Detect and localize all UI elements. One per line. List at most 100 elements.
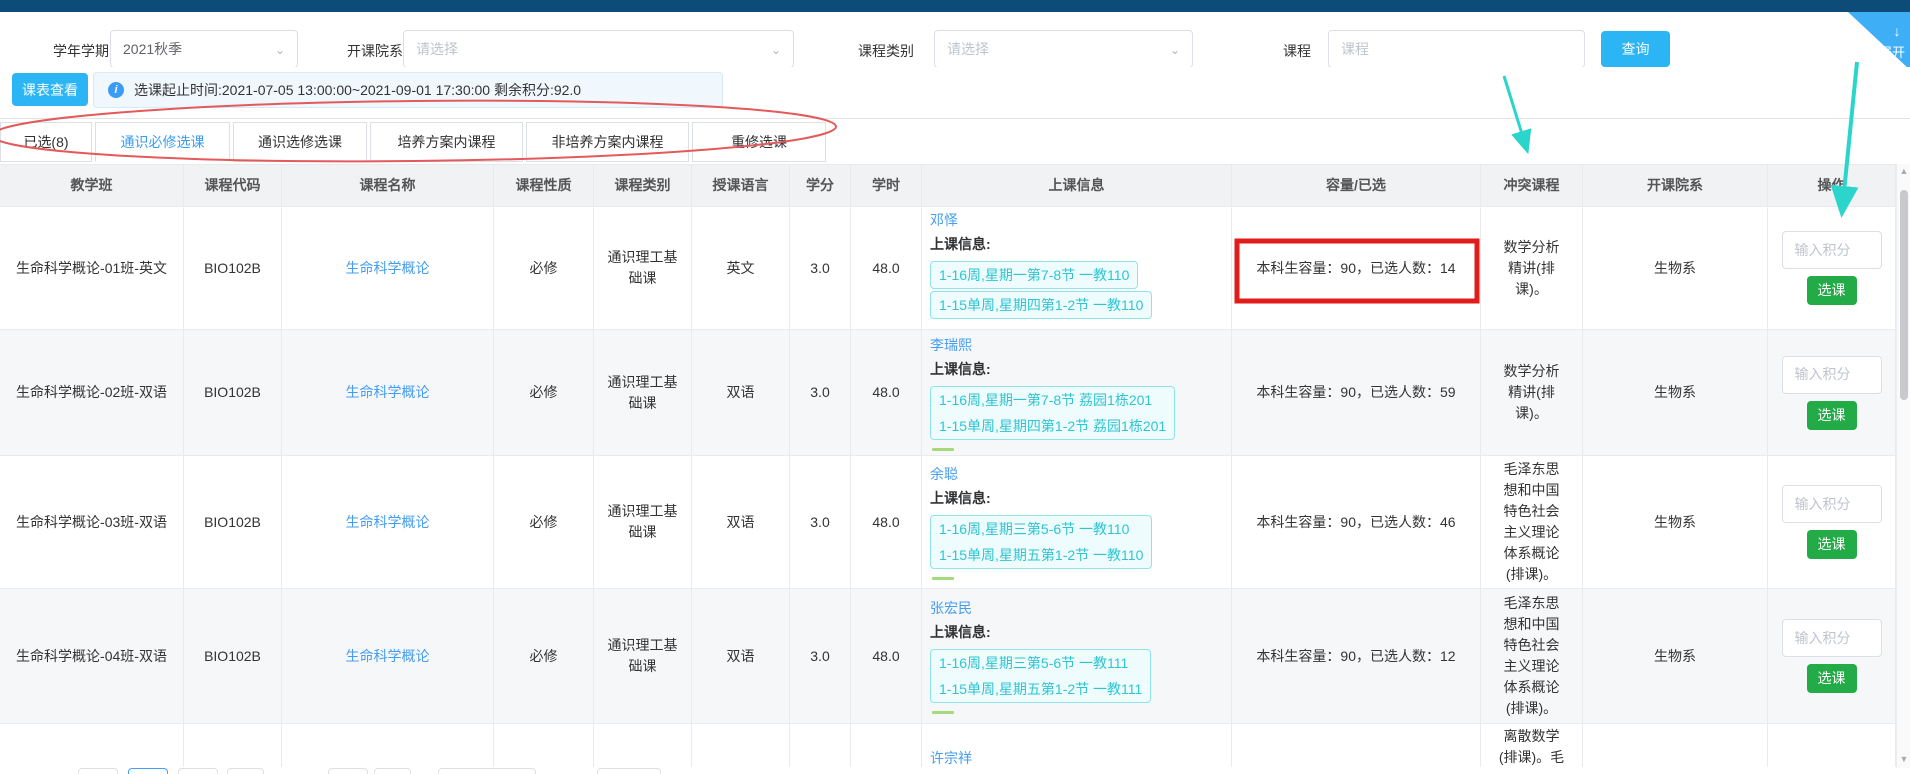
expand-ribbon-button[interactable]: ↓ 展开 [1848,12,1910,70]
schedule-box: 1-16周,星期一第7-8节 荔园1栋2011-15单周,星期四第1-2节 荔园… [930,386,1175,440]
scrollbar-thumb[interactable] [1900,190,1908,400]
schedule-cell: 许宗祥 [922,724,1232,767]
department-placeholder: 请选择 [416,39,458,59]
chevron-down-icon: ⌄ [771,43,781,57]
pagination-button[interactable] [227,768,264,774]
class-name-cell [0,724,184,767]
green-dash [932,448,954,451]
tab-4[interactable]: 培养方案内课程 [370,122,523,162]
schedule-box: 1-16周,星期三第5-6节 一教1111-15单周,星期五第1-2节 一教11… [930,649,1151,703]
language-cell [692,724,790,767]
tab-2[interactable]: 通识必修选课 [95,122,230,162]
conflict-cell: 离散数学(排课)。毛 [1481,724,1583,767]
score-input[interactable]: 输入积分 [1782,619,1882,657]
pagination-button[interactable] [78,768,118,774]
tab-6[interactable]: 重修选课 [692,122,826,162]
teacher-link[interactable]: 李瑞熙 [930,335,972,356]
pagination-button[interactable] [438,768,536,774]
department-cell: 生物系 [1583,207,1768,330]
table-row: 生命科学概论-04班-双语BIO102B生命科学概论必修通识理工基础课双语3.0… [0,589,1896,724]
class-name-cell: 生命科学概论-04班-双语 [0,589,184,724]
course-name-cell: 生命科学概论 [282,207,494,330]
course-code-cell [184,724,282,767]
teacher-link[interactable]: 邓怿 [930,210,958,231]
course-code-cell: BIO102B [184,330,282,456]
timetable-view-button[interactable]: 课表查看 [12,73,88,106]
green-dash [932,711,954,714]
class-name-cell: 生命科学概论-01班-英文 [0,207,184,330]
course-nature-cell: 必修 [494,456,594,589]
course-label: 课程 [1283,41,1311,61]
pagination-button[interactable] [374,768,411,774]
course-name-link[interactable]: 生命科学概论 [346,382,430,403]
select-course-button[interactable]: 选课 [1807,401,1857,430]
conflict-cell: 数学分析精讲(排课)。 [1481,330,1583,456]
pagination-button[interactable] [128,768,168,774]
column-header-capacity: 容量/已选 [1232,165,1481,207]
search-button[interactable]: 查询 [1601,31,1670,67]
tab-5[interactable]: 非培养方案内课程 [526,122,689,162]
select-course-button[interactable]: 选课 [1807,276,1857,305]
column-header-schedule: 上课信息 [922,165,1232,207]
schedule-box: 1-15单周,星期四第1-2节 一教110 [930,291,1152,319]
pagination-button[interactable] [178,768,218,774]
table-row: 生命科学概论-02班-双语BIO102B生命科学概论必修通识理工基础课双语3.0… [0,330,1896,456]
table-row: 生命科学概论-03班-双语BIO102B生命科学概论必修通识理工基础课双语3.0… [0,456,1896,589]
hours-cell: 48.0 [851,207,922,330]
select-course-button[interactable]: 选课 [1807,530,1857,559]
course-category-cell: 通识理工基础课 [594,456,692,589]
course-name-link[interactable]: 生命科学概论 [346,258,430,279]
course-code-cell: BIO102B [184,207,282,330]
capacity-cell: 本科生容量：90，已选人数：46 [1232,456,1481,589]
schedule-cell: 李瑞熙上课信息:1-16周,星期一第7-8节 荔园1栋2011-15单周,星期四… [922,330,1232,456]
course-name-cell: 生命科学概论 [282,456,494,589]
selection-period-text: 选课起止时间:2021-07-05 13:00:00~2021-09-01 17… [134,80,581,100]
course-name-link[interactable]: 生命科学概论 [346,512,430,533]
category-select[interactable]: 请选择 ⌄ [934,30,1193,68]
score-input[interactable]: 输入积分 [1782,485,1882,523]
course-code-cell: BIO102B [184,456,282,589]
teacher-link[interactable]: 张宏民 [930,598,972,619]
filter-bar: 学年学期 2021秋季 ⌄ 开课院系 请选择 ⌄ 课程类别 请选择 ⌄ 课程 课… [0,12,1910,68]
score-input[interactable]: 输入积分 [1782,356,1882,394]
column-header-credits: 学分 [790,165,851,207]
schedule-box: 1-16周,星期三第5-6节 一教1101-15单周,星期五第1-2节 一教11… [930,515,1152,569]
column-header-department: 开课院系 [1583,165,1768,207]
credits-cell: 3.0 [790,456,851,589]
semester-select[interactable]: 2021秋季 ⌄ [110,30,298,68]
table-row: 生命科学概论-01班-英文BIO102B生命科学概论必修通识理工基础课英文3.0… [0,207,1896,330]
teacher-link[interactable]: 许宗祥 [930,748,972,767]
category-label: 课程类别 [858,41,914,61]
table-scrollbar[interactable]: ▲ ▼ [1896,164,1910,768]
pagination-button[interactable] [328,768,368,774]
tab-3[interactable]: 通识选修选课 [233,122,367,162]
scroll-down-icon[interactable]: ▼ [1897,754,1910,764]
hours-cell: 48.0 [851,456,922,589]
credits-cell [790,724,851,767]
course-name-link[interactable]: 生命科学概论 [346,646,430,667]
conflict-cell: 毛泽东思想和中国特色社会主义理论体系概论(排课)。 [1481,589,1583,724]
action-cell [1768,724,1896,767]
schedule-label: 上课信息: [930,488,991,509]
conflict-cell: 毛泽东思想和中国特色社会主义理论体系概论(排课)。 [1481,456,1583,589]
schedule-cell: 余聪上课信息: 1-16周,星期三第5-6节 一教1101-15单周,星期五第1-… [922,456,1232,589]
schedule-line: 1-16周,星期三第5-6节 一教111 [939,650,1142,676]
course-category-cell: 通识理工基础课 [594,207,692,330]
scroll-up-icon[interactable]: ▲ [1897,166,1910,176]
language-cell: 双语 [692,330,790,456]
select-course-button[interactable]: 选课 [1807,664,1857,693]
capacity-cell: 本科生容量：90，已选人数：12 [1232,589,1481,724]
score-input[interactable]: 输入积分 [1782,231,1882,269]
schedule-cell: 邓怿上课信息:1-16周,星期一第7-8节 一教1101-15单周,星期四第1-… [922,207,1232,330]
ribbon-label: 展开 [1879,45,1905,60]
column-header-hours: 学时 [851,165,922,207]
teacher-link[interactable]: 余聪 [930,464,958,485]
pagination-button[interactable] [597,768,661,774]
semester-label: 学年学期 [53,41,109,61]
tab-1[interactable]: 已选(8) [0,122,92,162]
hours-cell [851,724,922,767]
column-header-language: 授课语言 [692,165,790,207]
department-select[interactable]: 请选择 ⌄ [403,30,794,68]
language-cell: 双语 [692,589,790,724]
course-input[interactable]: 课程 [1328,30,1585,68]
